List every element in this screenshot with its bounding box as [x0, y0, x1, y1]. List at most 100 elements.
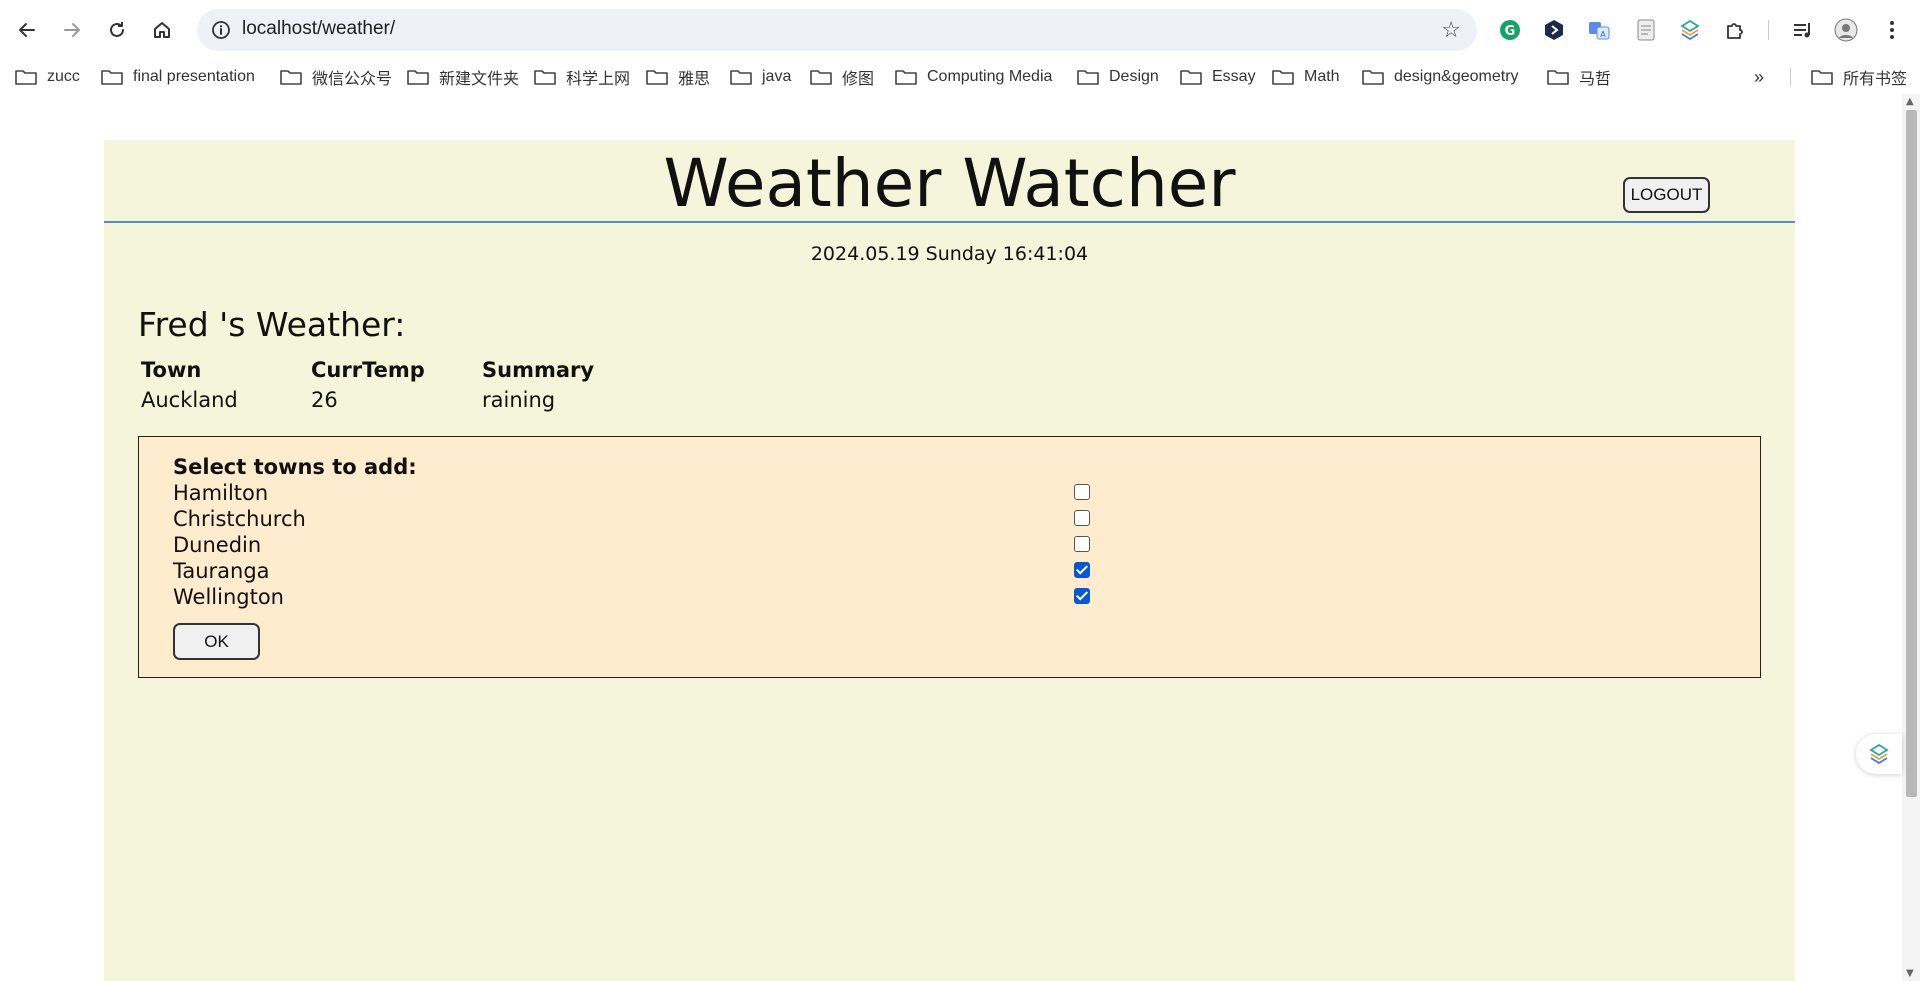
- bookmark-label: 马哲: [1579, 71, 1612, 88]
- town-label: Dunedin: [173, 533, 262, 557]
- floating-layers-widget[interactable]: [1856, 734, 1902, 774]
- bookmark-folder[interactable]: final presentation: [101, 66, 255, 88]
- page-scrollbar[interactable]: ▲ ▼: [1902, 94, 1920, 981]
- bookmark-label: 雅思: [678, 71, 711, 88]
- bookmark-folder[interactable]: Essay: [1180, 66, 1256, 88]
- bookmark-folder[interactable]: java: [730, 66, 791, 88]
- cell-currtemp: 26: [311, 388, 338, 412]
- bookmark-label: design&geometry: [1394, 68, 1519, 85]
- bookmark-label: 微信公众号: [312, 71, 393, 88]
- page-title: Weather Watcher: [663, 145, 1236, 222]
- bookmark-folder[interactable]: 科学上网: [534, 66, 630, 88]
- bookmark-folder[interactable]: Computing Media: [895, 66, 1052, 88]
- bookmarks-bar: zucc final presentation 微信公众号 新建文件夹 科学上网…: [0, 60, 1920, 94]
- reload-button[interactable]: [99, 12, 135, 48]
- bookmark-label: Computing Media: [927, 68, 1053, 85]
- scrollbar-thumb[interactable]: [1906, 110, 1917, 797]
- town-option-wellington: Wellington: [173, 585, 1733, 611]
- bookmark-star-icon[interactable]: ☆: [1441, 18, 1461, 43]
- folder-icon: [534, 70, 556, 85]
- puzzle-icon[interactable]: [1721, 16, 1749, 44]
- all-bookmarks-folder[interactable]: 所有书签: [1811, 66, 1907, 88]
- reading-list-icon[interactable]: [1788, 16, 1816, 44]
- browser-menu-icon[interactable]: [1878, 16, 1906, 44]
- bookmark-folder[interactable]: 修图: [810, 66, 874, 88]
- bookmark-folder[interactable]: 马哲: [1547, 66, 1611, 88]
- bookmark-label: Essay: [1212, 68, 1256, 85]
- forward-arrow-icon: [64, 23, 80, 37]
- svg-text:G: G: [1505, 24, 1516, 39]
- town-checkbox[interactable]: [1074, 562, 1090, 578]
- more-bookmarks-chevron-icon[interactable]: »: [1754, 66, 1764, 88]
- page-content: Weather Watcher LOGOUT 2024.05.19 Sunday…: [104, 140, 1795, 981]
- toolbar-divider: [1768, 20, 1769, 40]
- bookmark-label: 新建文件夹: [439, 71, 520, 88]
- back-button[interactable]: [9, 12, 45, 48]
- home-icon: [154, 22, 170, 38]
- folder-icon: [1811, 70, 1833, 85]
- town-checkbox[interactable]: [1074, 510, 1090, 526]
- folder-icon: [101, 70, 123, 85]
- home-button[interactable]: [144, 12, 180, 48]
- extension-hex-icon[interactable]: [1540, 16, 1568, 44]
- folder-icon: [1180, 70, 1202, 85]
- forward-button[interactable]: [54, 12, 90, 48]
- page-header: Weather Watcher LOGOUT: [104, 140, 1795, 223]
- site-info-icon[interactable]: [211, 20, 231, 40]
- folder-icon: [15, 70, 37, 85]
- column-header-currtemp: CurrTemp: [311, 358, 425, 382]
- bookmark-label: 科学上网: [566, 71, 631, 88]
- town-option-hamilton: Hamilton: [173, 481, 1733, 507]
- avatar[interactable]: [1832, 16, 1860, 44]
- all-bookmarks-label: 所有书签: [1843, 71, 1908, 88]
- bookmark-folder[interactable]: 新建文件夹: [407, 66, 519, 88]
- folder-icon: [895, 70, 917, 85]
- cell-town: Auckland: [141, 388, 238, 412]
- user-weather-heading: Fred 's Weather:: [138, 305, 406, 344]
- folder-icon: [407, 70, 429, 85]
- town-label: Christchurch: [173, 507, 306, 531]
- town-option-dunedin: Dunedin: [173, 533, 1733, 559]
- scroll-down-arrow-icon[interactable]: ▼: [1906, 968, 1914, 979]
- url-text: localhost/weather/: [242, 18, 396, 39]
- add-towns-title: Select towns to add:: [173, 455, 417, 479]
- bookmark-folder[interactable]: Math: [1272, 66, 1340, 88]
- grammarly-icon[interactable]: G: [1496, 16, 1524, 44]
- bookmark-folder[interactable]: zucc: [15, 66, 80, 88]
- add-towns-panel: Select towns to add: Hamilton Christchur…: [138, 436, 1761, 678]
- folder-icon: [280, 70, 302, 85]
- folder-icon: [1272, 70, 1294, 85]
- translate-icon[interactable]: A: [1585, 16, 1613, 44]
- town-option-tauranga: Tauranga: [173, 559, 1733, 585]
- svg-text:A: A: [1600, 30, 1606, 39]
- bookmark-folder[interactable]: 微信公众号: [280, 66, 392, 88]
- column-header-summary: Summary: [482, 358, 595, 382]
- document-icon[interactable]: [1632, 16, 1660, 44]
- bookmark-label: Design: [1109, 68, 1159, 85]
- bookmark-label: final presentation: [133, 68, 255, 85]
- ok-button[interactable]: OK: [173, 623, 260, 660]
- layers-icon[interactable]: [1676, 16, 1704, 44]
- layers-icon: [1869, 743, 1889, 765]
- bookmark-folder[interactable]: Design: [1077, 66, 1159, 88]
- folder-icon: [1547, 70, 1569, 85]
- back-arrow-icon: [19, 23, 35, 37]
- address-bar[interactable]: localhost/weather/ ☆: [197, 9, 1477, 51]
- folder-icon: [1077, 70, 1099, 85]
- town-checkbox[interactable]: [1074, 536, 1090, 552]
- scroll-up-arrow-icon[interactable]: ▲: [1906, 96, 1914, 107]
- town-label: Wellington: [173, 585, 284, 609]
- folder-icon: [810, 70, 832, 85]
- reload-icon: [110, 22, 124, 37]
- bookmark-folder[interactable]: 雅思: [646, 66, 710, 88]
- folder-icon: [730, 70, 752, 85]
- town-option-christchurch: Christchurch: [173, 507, 1733, 533]
- column-header-town: Town: [141, 358, 202, 382]
- bookmark-label: java: [762, 68, 792, 85]
- logout-button[interactable]: LOGOUT: [1623, 177, 1710, 213]
- bookmark-folder[interactable]: design&geometry: [1362, 66, 1519, 88]
- town-checkbox[interactable]: [1074, 588, 1090, 604]
- folder-icon: [646, 70, 668, 85]
- cell-summary: raining: [482, 388, 556, 412]
- town-checkbox[interactable]: [1074, 484, 1090, 500]
